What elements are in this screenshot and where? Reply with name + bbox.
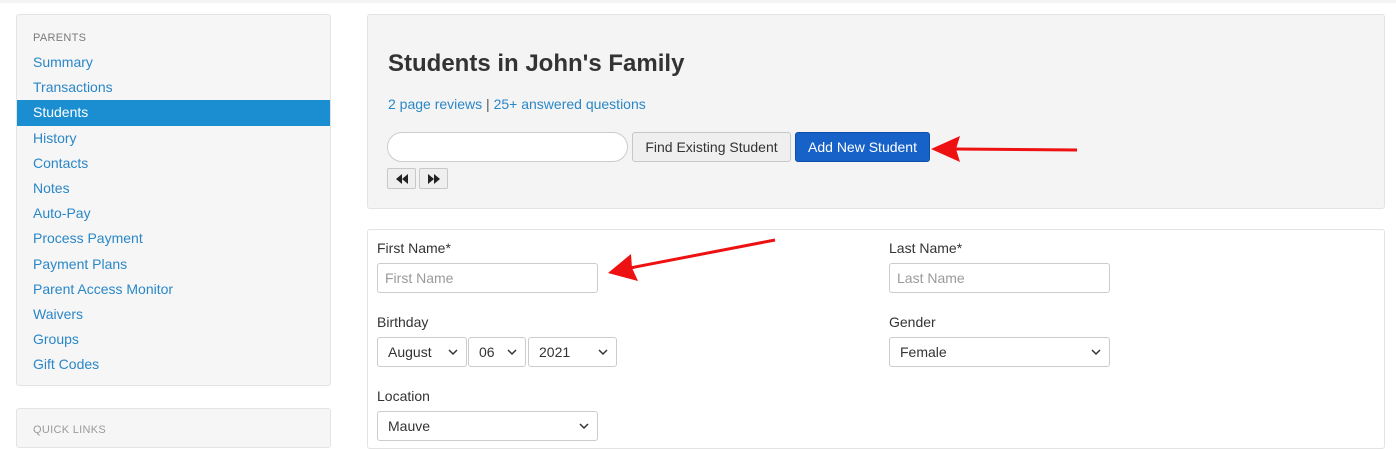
students-header-panel: Students in John's Family 2 page reviews…	[367, 14, 1385, 209]
quick-links-panel: QUICK LINKS	[16, 408, 331, 448]
location-label: Location	[377, 388, 430, 404]
top-border	[0, 0, 1396, 3]
previous-student-button[interactable]	[387, 168, 416, 189]
chevron-down-icon	[598, 349, 608, 356]
sidebar-item-waivers[interactable]: Waivers	[17, 302, 330, 327]
page-title: Students in John's Family	[388, 50, 685, 77]
sidebar-menu: Summary Transactions Students History Co…	[17, 50, 330, 377]
page-reviews-link[interactable]: 2 page reviews	[388, 96, 482, 112]
student-search-input[interactable]	[387, 132, 628, 162]
birthday-label: Birthday	[377, 314, 429, 330]
sidebar-item-gift-codes[interactable]: Gift Codes	[17, 352, 330, 377]
answered-questions-link[interactable]: 25+ answered questions	[494, 96, 646, 112]
sidebar-item-notes[interactable]: Notes	[17, 176, 330, 201]
sidebar-item-process-payment[interactable]: Process Payment	[17, 226, 330, 251]
review-separator: |	[482, 96, 494, 112]
sidebar-section-title: PARENTS	[33, 32, 87, 44]
birthday-day-value: 06	[479, 344, 495, 360]
first-name-input[interactable]	[377, 263, 598, 293]
new-student-form: First Name* Last Name* Birthday August 0…	[367, 229, 1385, 449]
location-value: Mauve	[388, 418, 431, 434]
location-select[interactable]: Mauve	[377, 411, 598, 441]
chevron-down-icon	[448, 349, 458, 356]
gender-value: Female	[900, 344, 947, 360]
birthday-year-select[interactable]: 2021	[528, 337, 617, 367]
fast-forward-icon	[427, 173, 440, 184]
sidebar-item-groups[interactable]: Groups	[17, 327, 330, 352]
gender-select[interactable]: Female	[889, 337, 1110, 367]
sidebar-item-contacts[interactable]: Contacts	[17, 151, 330, 176]
birthday-month-value: August	[388, 344, 432, 360]
sidebar-item-history[interactable]: History	[17, 126, 330, 151]
chevron-down-icon	[579, 423, 589, 430]
first-name-label: First Name*	[377, 240, 451, 256]
next-student-button[interactable]	[419, 168, 448, 189]
chevron-down-icon	[507, 349, 517, 356]
chevron-down-icon	[1091, 349, 1101, 356]
rewind-icon	[395, 173, 408, 184]
birthday-month-select[interactable]: August	[377, 337, 467, 367]
gender-label: Gender	[889, 314, 936, 330]
add-new-student-button[interactable]: Add New Student	[795, 132, 930, 162]
birthday-day-select[interactable]: 06	[468, 337, 526, 367]
birthday-year-value: 2021	[539, 344, 571, 360]
quick-links-title: QUICK LINKS	[33, 424, 106, 436]
review-links: 2 page reviews | 25+ answered questions	[388, 96, 646, 112]
last-name-input[interactable]	[889, 263, 1110, 293]
sidebar-item-payment-plans[interactable]: Payment Plans	[17, 252, 330, 277]
sidebar-item-summary[interactable]: Summary	[17, 50, 330, 75]
last-name-label: Last Name*	[889, 240, 963, 256]
sidebar-item-parent-access-monitor[interactable]: Parent Access Monitor	[17, 277, 330, 302]
sidebar-item-auto-pay[interactable]: Auto-Pay	[17, 201, 330, 226]
sidebar-item-students[interactable]: Students	[17, 100, 330, 126]
sidebar-item-transactions[interactable]: Transactions	[17, 75, 330, 100]
sidebar: PARENTS Summary Transactions Students Hi…	[16, 14, 331, 386]
find-existing-student-button[interactable]: Find Existing Student	[632, 132, 791, 162]
